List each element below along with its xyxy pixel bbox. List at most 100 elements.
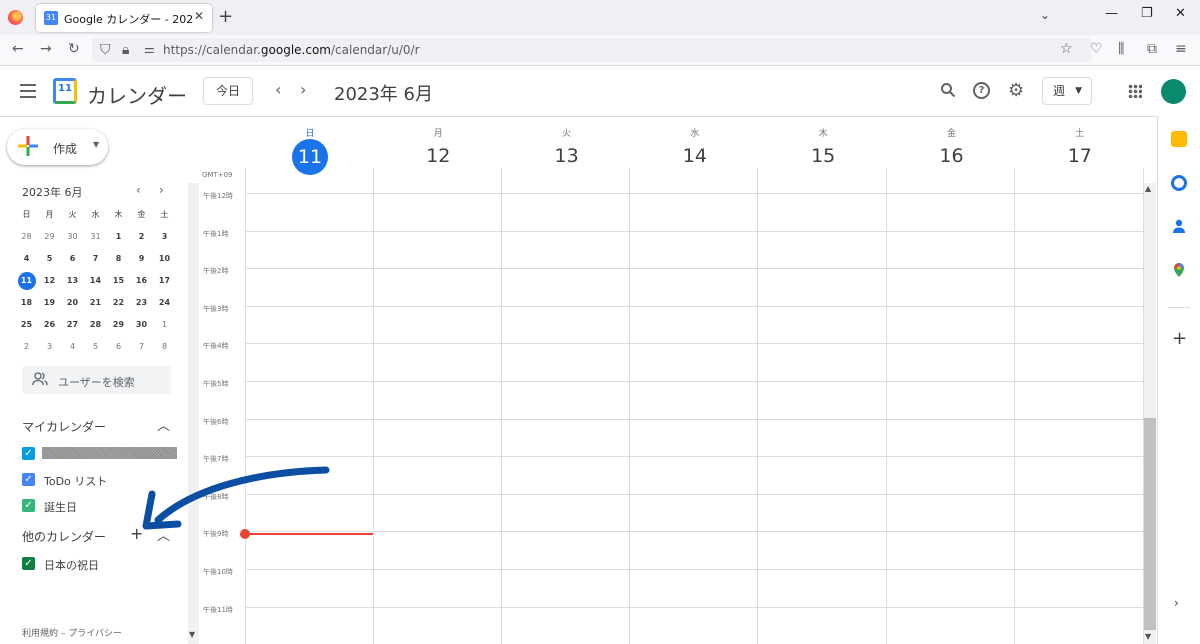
mini-day-cell[interactable]: 26 [38,314,61,336]
calendar-checkbox[interactable]: ✓ [22,557,35,570]
keep-icon[interactable] [1171,131,1187,147]
mini-day-cell[interactable]: 6 [107,336,130,358]
sidebar-scrollbar[interactable] [188,183,199,644]
mini-day-cell[interactable]: 1 [153,314,176,336]
next-period-icon[interactable]: › [300,80,306,99]
mini-day-cell[interactable]: 11 [15,270,38,292]
google-apps-icon[interactable] [1128,84,1142,98]
forward-icon[interactable]: → [40,41,52,57]
mini-day-cell[interactable]: 29 [38,226,61,248]
mini-day-cell[interactable]: 25 [15,314,38,336]
other-calendars-title[interactable]: 他のカレンダー [22,528,106,545]
scroll-up-icon[interactable]: ▲ [1145,184,1151,193]
calendar-logo-icon[interactable]: 11 [53,78,77,104]
pocket-icon[interactable]: ♡ [1090,41,1103,57]
mini-day-cell[interactable]: 22 [107,292,130,314]
day-column-header[interactable]: 月 12 [374,126,502,167]
restore-window-icon[interactable]: ❐ [1141,6,1153,21]
mini-day-cell[interactable]: 16 [130,270,153,292]
library-icon[interactable]: ⫼ [1118,41,1124,57]
mini-day-cell[interactable]: 14 [84,270,107,292]
maps-icon[interactable] [1171,262,1187,278]
day-number[interactable]: 17 [1016,145,1144,167]
mini-day-cell[interactable]: 21 [84,292,107,314]
extensions-icon[interactable]: ⧉ [1147,41,1157,57]
url-text[interactable]: https://calendar.google.com/calendar/u/0… [163,43,420,57]
day-column-header[interactable]: 火 13 [503,126,631,167]
main-menu-icon[interactable] [20,84,36,98]
day-number[interactable]: 12 [374,145,502,167]
reload-icon[interactable]: ↻ [68,41,80,57]
mini-day-cell[interactable]: 24 [153,292,176,314]
mini-day-cell[interactable]: 5 [84,336,107,358]
mini-day-cell[interactable]: 3 [38,336,61,358]
create-button[interactable]: 作成 ▼ [7,129,108,165]
mini-day-cell[interactable]: 15 [107,270,130,292]
mini-day-cell[interactable]: 18 [15,292,38,314]
mini-day-cell[interactable]: 27 [61,314,84,336]
browser-tab[interactable]: 31 Google カレンダー - 2023年 6月 1 ✕ [36,4,212,32]
shield-icon[interactable]: ⛉ [100,42,111,58]
mini-day-cell[interactable]: 30 [61,226,84,248]
terms-privacy-links[interactable]: 利用規約 – プライバシー [22,626,122,639]
week-time-grid[interactable]: 午後12時 午後1時 午後2時 午後3時 午後4時 午後5時 午後6時 午後7時 午後8時 午後9… [200,168,1144,644]
mini-day-cell[interactable]: 6 [61,248,84,270]
mini-day-cell[interactable]: 1 [107,226,130,248]
menu-icon[interactable]: ≡ [1175,41,1187,57]
day-number[interactable]: 16 [888,145,1016,167]
day-column-header[interactable]: 土 17 [1016,126,1144,167]
mini-day-cell[interactable]: 7 [130,336,153,358]
day-column-header[interactable]: 金 16 [888,126,1016,167]
day-number[interactable]: 14 [631,145,759,167]
mini-day-cell[interactable]: 29 [107,314,130,336]
mini-prev-month-icon[interactable]: ‹ [136,183,141,197]
new-tab-button[interactable]: + [218,6,233,27]
day-number[interactable]: 13 [503,145,631,167]
mini-day-cell[interactable]: 28 [84,314,107,336]
firefox-logo-icon[interactable] [8,10,23,25]
chevron-up-icon[interactable]: ︿ [157,415,170,434]
expand-side-panel-icon[interactable]: › [1174,596,1179,610]
mini-day-cell[interactable]: 7 [84,248,107,270]
list-all-tabs-icon[interactable]: ⌄ [1040,8,1050,22]
day-number[interactable]: 15 [759,145,887,167]
mini-day-cell[interactable]: 2 [15,336,38,358]
mini-day-cell[interactable]: 23 [130,292,153,314]
calendar-checkbox[interactable]: ✓ [22,499,35,512]
mini-day-cell[interactable]: 31 [84,226,107,248]
mini-day-cell[interactable]: 20 [61,292,84,314]
minimize-window-icon[interactable]: — [1105,6,1118,21]
people-search-input[interactable]: ユーザーを検索 [22,366,171,394]
back-icon[interactable]: ← [12,41,24,57]
mini-day-cell[interactable]: 5 [38,248,61,270]
close-window-icon[interactable]: ✕ [1175,6,1186,21]
mini-day-cell[interactable]: 10 [153,248,176,270]
view-switcher-button[interactable]: 週 ▼ [1042,77,1092,105]
mini-day-cell[interactable]: 28 [15,226,38,248]
tab-close-icon[interactable]: ✕ [194,9,204,23]
calendar-checkbox[interactable]: ✓ [22,473,35,486]
today-button[interactable]: 今日 [203,77,253,105]
mini-day-cell[interactable]: 30 [130,314,153,336]
mini-day-cell[interactable]: 4 [15,248,38,270]
day-column-header[interactable]: 木 15 [759,126,887,167]
get-addons-plus-icon[interactable]: + [1172,328,1187,349]
previous-period-icon[interactable]: ‹ [275,80,281,99]
mini-day-cell[interactable]: 17 [153,270,176,292]
help-icon[interactable]: ? [973,82,990,99]
settings-gear-icon[interactable]: ⚙ [1008,80,1024,101]
day-column-header[interactable]: 水 14 [631,126,759,167]
mini-day-cell[interactable]: 9 [130,248,153,270]
grid-scrollbar-thumb[interactable] [1144,418,1156,630]
mini-next-month-icon[interactable]: › [159,183,164,197]
bookmark-star-icon[interactable]: ☆ [1060,41,1073,57]
permissions-icon[interactable]: ⚌ [144,42,155,56]
mini-day-cell[interactable]: 4 [61,336,84,358]
mini-day-cell[interactable]: 19 [38,292,61,314]
contacts-icon[interactable] [1171,218,1187,234]
mini-day-cell[interactable]: 13 [61,270,84,292]
my-calendars-title[interactable]: マイカレンダー [22,418,106,435]
mini-day-cell[interactable]: 8 [107,248,130,270]
lock-icon[interactable]: 🔒︎ [122,42,129,58]
mini-day-cell[interactable]: 2 [130,226,153,248]
